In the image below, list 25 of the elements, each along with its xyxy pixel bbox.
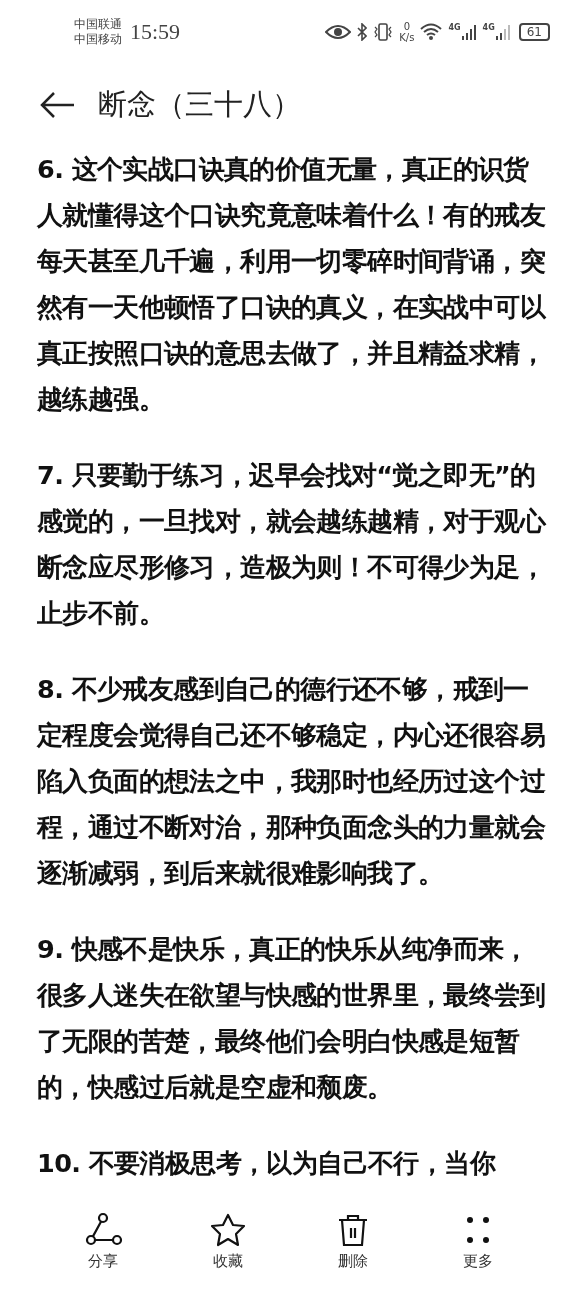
toolbar-button[interactable]: 删除 — [307, 1209, 398, 1273]
signal-icon — [494, 23, 511, 41]
network-speed-unit: K/s — [399, 32, 415, 43]
paragraph-text: 6. 这个实战口诀真的价值无量，真正的识货人就懂得这个口诀究竟意味着什么！有的戒友每天甚至几千遍，利用一切零碎时间背诵，突然有一天他顿悟了口诀的真义，在实战中可以真正按照口诀的意思去做了，并且精益求精，越练越强。 — [37, 153, 546, 416]
network-type-label: 4G — [448, 23, 461, 32]
back-arrow-icon[interactable] — [40, 91, 76, 119]
toolbar-button[interactable]: 更多 — [432, 1209, 523, 1273]
signal-icon — [460, 23, 477, 41]
paragraph-text: 10. 不要消极思考，以为自己不行，当你 — [37, 1147, 497, 1180]
toolbar-button[interactable]: 分享 — [57, 1209, 148, 1273]
vibrate-icon — [373, 23, 394, 41]
toolbar-button[interactable]: 收藏 — [182, 1209, 273, 1273]
network-type-label: 4G — [482, 23, 495, 32]
page-title: 断念（三十八） — [98, 87, 301, 122]
paragraph-text: 8. 不少戒友感到自己的德行还不够，戒到一定程度会觉得自己还不够稳定，内心还很容易陷入负面的想法之中，我那时也经历过这个过程，通过不断对治，那种负面念头的力量就会逐渐减弱，到后来就很难影响我了。 — [37, 673, 546, 890]
carrier-name: 中国联通 — [74, 17, 122, 32]
paragraph-text: 7. 只要勤于练习，迟早会找对“觉之即无”的感觉的，一旦找对，就会越练越精，对于观心断念应尽形修习，造极为则！不可得少为足，止步不前。 — [37, 459, 546, 630]
wifi-icon — [420, 23, 443, 41]
bluetooth-icon — [357, 23, 368, 41]
carrier-name: 中国移动 — [74, 32, 122, 47]
paragraph-text: 9. 快感不是快乐，真正的快乐从纯净而来，很多人迷失在欲望与快感的世界里，最终尝到了无限的苦楚，最终他们会明白快感是短暂的，快感过后就是空虚和颓废。 — [37, 933, 546, 1104]
battery-icon: 61 — [518, 23, 550, 41]
network-speed-value: 0 — [403, 21, 411, 32]
eye-icon — [325, 24, 352, 40]
status-time: 15:59 — [130, 19, 181, 45]
